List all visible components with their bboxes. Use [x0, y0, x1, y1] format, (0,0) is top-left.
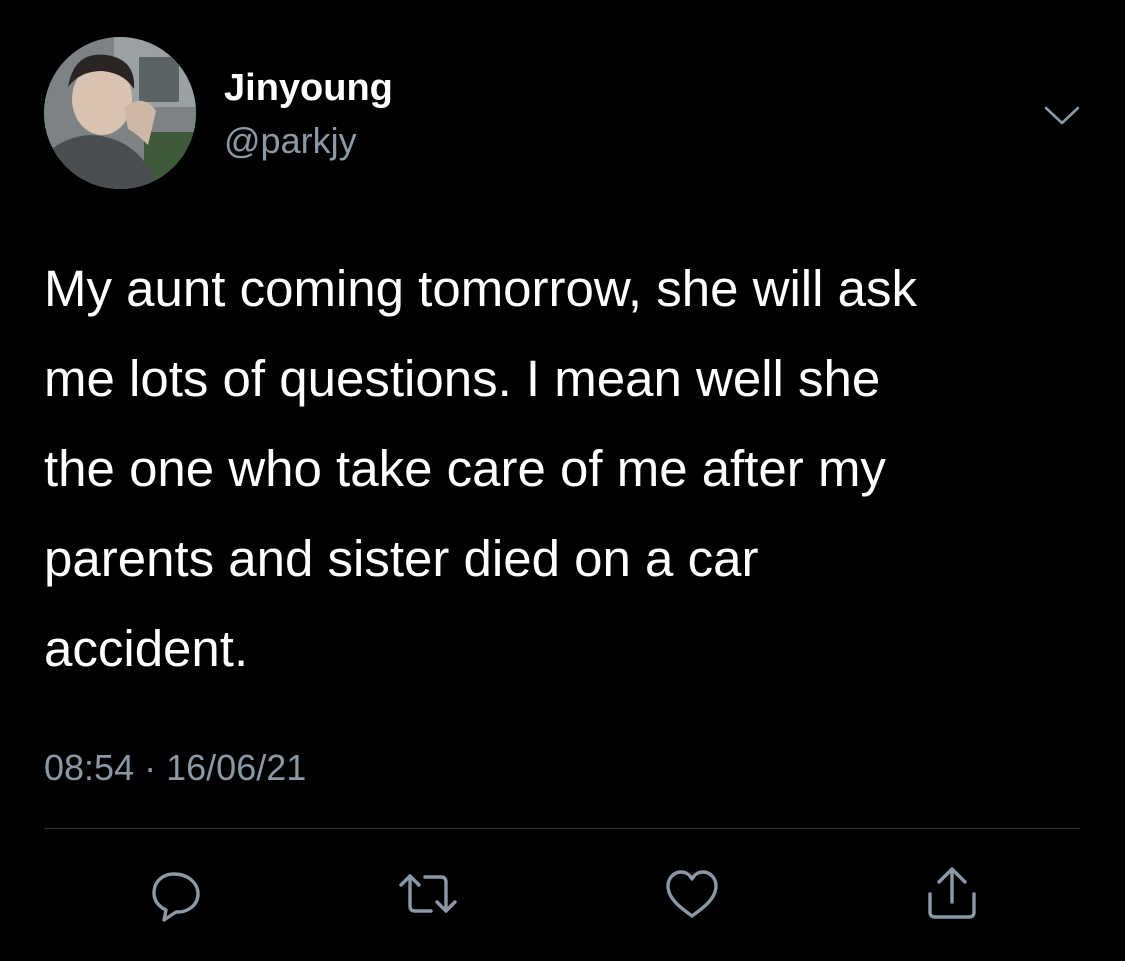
share-icon: [928, 867, 976, 919]
heart-icon: [666, 870, 718, 918]
reply-button[interactable]: [146, 864, 206, 924]
tweet-text: My aunt coming tomorrow, she will ask me…: [44, 260, 917, 677]
retweet-icon: [399, 874, 457, 913]
chevron-down-icon[interactable]: [1040, 96, 1084, 132]
handle[interactable]: @parkjy: [224, 120, 357, 162]
retweet-button[interactable]: [398, 864, 458, 924]
tweet-time: 08:54: [44, 747, 135, 788]
meta-separator: ·: [144, 747, 157, 788]
tweet-timestamp[interactable]: 08:54 · 16/06/21: [44, 746, 306, 790]
share-button[interactable]: [922, 864, 982, 924]
profile-photo-icon: [44, 37, 196, 189]
divider: [44, 828, 1080, 829]
reply-icon: [152, 872, 200, 922]
like-button[interactable]: [662, 864, 722, 924]
display-name[interactable]: Jinyoung: [224, 66, 393, 110]
avatar[interactable]: [44, 37, 196, 189]
tweet: Jinyoung @parkjy My aunt coming tomorrow…: [0, 0, 1125, 961]
tweet-date: 16/06/21: [166, 747, 307, 788]
